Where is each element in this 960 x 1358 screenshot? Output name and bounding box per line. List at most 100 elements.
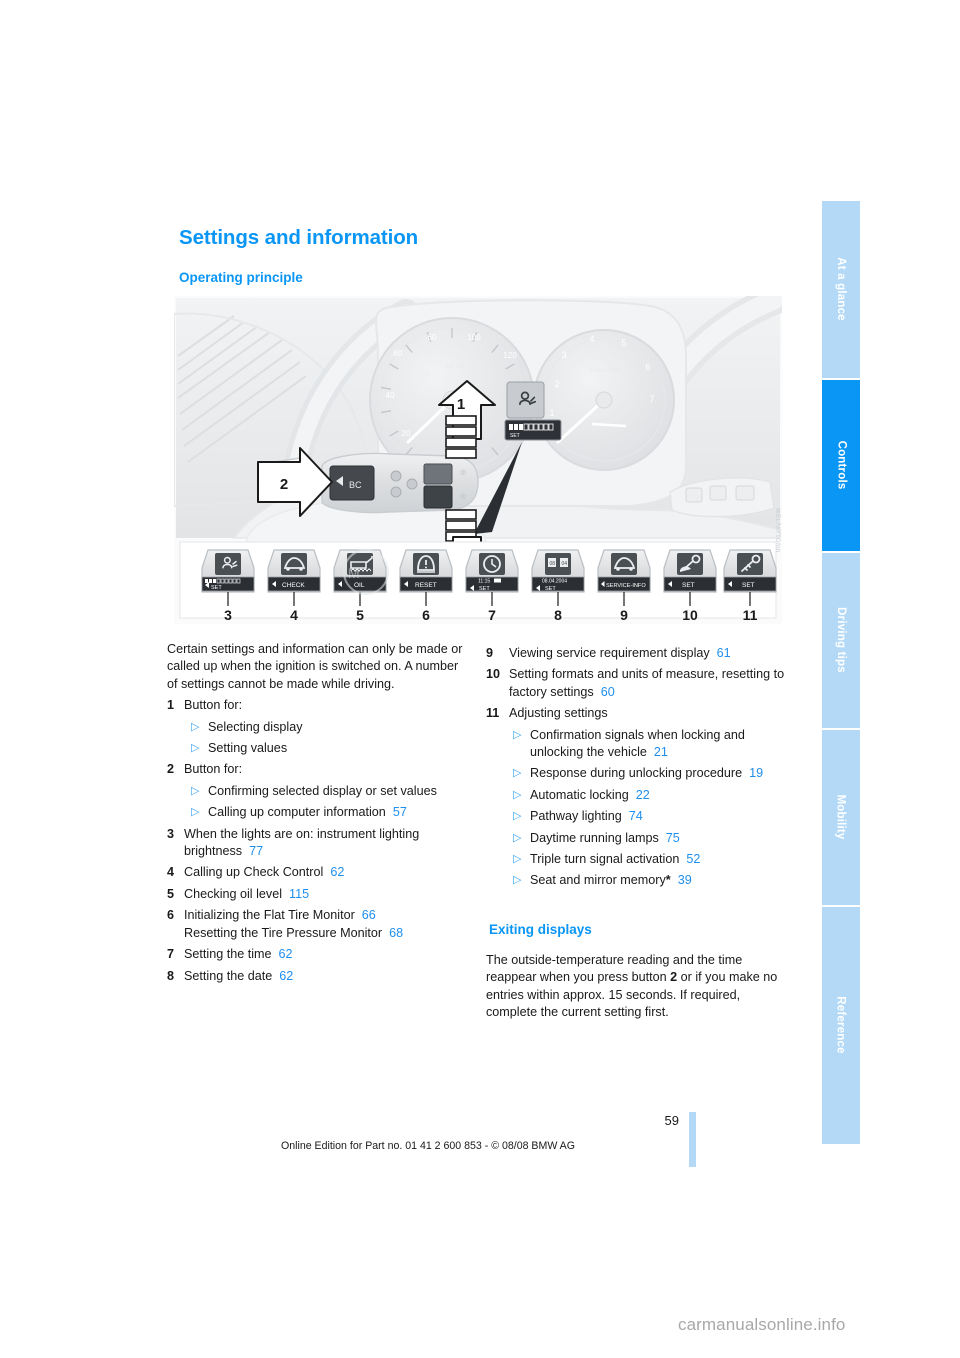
svg-text:6: 6	[422, 607, 430, 623]
sub-item-text: Daytime running lamps 75	[530, 830, 786, 847]
svg-text:SET: SET	[211, 585, 222, 591]
sub-item: ▷ Confirmation signals when locking and …	[513, 727, 786, 762]
svg-text:11: 11	[743, 607, 758, 623]
page-ref-number: 62	[330, 865, 345, 880]
svg-text:4: 4	[589, 334, 594, 344]
svg-text:220: 220	[422, 372, 431, 378]
intro-paragraph: Certain settings and information can onl…	[167, 642, 463, 691]
page-ref[interactable]: 57	[386, 805, 407, 819]
footer-accent-bar	[689, 1112, 696, 1167]
page-ref[interactable]: 115	[282, 887, 309, 901]
sub-item-label: Calling up computer information	[208, 805, 386, 820]
svg-text:7: 7	[649, 394, 654, 404]
svg-text:60: 60	[428, 333, 437, 342]
triangle-bullet-icon: ▷	[191, 806, 200, 819]
svg-text:SERVICE-INFO: SERVICE-INFO	[606, 583, 646, 589]
tab-mobility[interactable]: Mobility	[822, 729, 860, 905]
sub-item: ▷ Triple turn signal activation 52	[513, 851, 786, 868]
svg-text:08.04.2004: 08.04.2004	[542, 579, 567, 585]
page-ref-number: 57	[392, 805, 407, 820]
sub-item-text: Setting values	[208, 741, 288, 756]
svg-text:RESET: RESET	[415, 582, 437, 589]
sub-item-label: Confirmation signals when locking and un…	[530, 727, 745, 760]
page-ref[interactable]: 39	[671, 873, 692, 887]
triangle-bullet-icon: ▷	[513, 831, 522, 844]
sub-item-label: Seat and mirror memory	[530, 873, 666, 888]
exiting-displays-paragraph: The outside-temperature reading and the …	[486, 952, 786, 1022]
page-ref[interactable]: 62	[323, 865, 344, 879]
page-ref-number: 62	[278, 947, 293, 962]
section-tab-rail: At a glance Controls Driving tips Mobili…	[822, 201, 860, 1146]
page-ref[interactable]: 19	[742, 766, 763, 780]
list-item-2: 2 Button for:	[167, 761, 467, 778]
sub-item-label: Pathway lighting	[530, 809, 622, 824]
sub-item: ▷ Calling up computer information 57	[191, 804, 467, 821]
sub-item-text: Automatic locking 22	[530, 787, 786, 804]
page-ref[interactable]: 62	[272, 969, 293, 983]
triangle-bullet-icon: ▷	[513, 767, 522, 780]
footer-edition-notice: Online Edition for Part no. 01 41 2 600 …	[280, 1140, 575, 1152]
item-number: 10	[486, 667, 501, 682]
page-ref-number: 60	[600, 684, 615, 699]
page-ref[interactable]: 62	[272, 947, 293, 961]
page-ref[interactable]: 75	[659, 831, 680, 845]
list-item-10: 10 Setting formats and units of measure,…	[486, 666, 786, 701]
page-ref-number: 66	[361, 908, 376, 923]
item-number: 9	[486, 646, 494, 660]
page-ref[interactable]: 22	[629, 788, 650, 802]
item-text: Viewing service requirement display 61	[509, 645, 786, 662]
sub-item: ▷ Setting values	[191, 740, 467, 757]
item-label: Setting formats and units of measure, re…	[509, 667, 785, 699]
list-item-5: 5 Checking oil level 115	[167, 886, 467, 903]
svg-text:SET: SET	[682, 582, 695, 589]
page-ref[interactable]: 52	[679, 852, 700, 866]
page-ref-number: 22	[635, 787, 650, 802]
tab-label: Controls	[835, 440, 847, 490]
item-label: Checking oil level	[184, 886, 283, 901]
sub-item-text: Calling up computer information 57	[208, 804, 467, 821]
list-item-9: 9 Viewing service requirement display 61	[486, 645, 786, 662]
figure-reference-code: WEL7AY1Gfnh	[774, 508, 780, 553]
right-text-column: 9 Viewing service requirement display 61…	[486, 641, 786, 890]
svg-text:◎: ◎	[460, 469, 466, 476]
tab-label: Mobility	[835, 794, 848, 840]
tab-at-a-glance[interactable]: At a glance	[822, 201, 860, 378]
svg-text:1/min x 1000: 1/min x 1000	[590, 368, 619, 374]
svg-text:8: 8	[554, 607, 562, 623]
item-number: 1	[167, 698, 175, 713]
svg-text:40: 40	[386, 391, 395, 400]
section-heading-operating-principle: Operating principle	[179, 270, 303, 285]
page-ref[interactable]: 66	[355, 908, 376, 922]
page-ref-number: 68	[389, 925, 404, 940]
sub-item-text: Pathway lighting 74	[530, 808, 786, 825]
item-text: Adjusting settings	[509, 706, 608, 721]
item-label: When the lights are on: instrument light…	[184, 826, 420, 859]
tab-label: Driving tips	[835, 607, 847, 674]
page-ref[interactable]: 60	[594, 685, 615, 699]
page-ref[interactable]: 61	[710, 646, 731, 660]
triangle-bullet-icon: ▷	[513, 853, 522, 866]
item-label: Initializing the Flat Tire Monitor	[184, 908, 355, 923]
sub-item-text: Triple turn signal activation 52	[530, 851, 786, 868]
page-ref[interactable]: 77	[242, 844, 263, 858]
page-ref[interactable]: 21	[647, 745, 668, 759]
tab-reference[interactable]: Reference	[822, 906, 860, 1144]
instrument-cluster-illustration: 8060 100120 14020 40160 220180 200 240 2…	[174, 296, 782, 624]
tab-controls[interactable]: Controls	[822, 379, 860, 551]
section-heading-exiting-displays: Exiting displays	[489, 922, 592, 937]
svg-text:4: 4	[290, 607, 298, 623]
page-ref-number: 52	[686, 852, 701, 867]
svg-text:7: 7	[488, 607, 496, 623]
page-ref[interactable]: 68	[382, 926, 403, 940]
list-item-6: 6 Initializing the Flat Tire Monitor 66 R…	[167, 907, 467, 942]
page-ref[interactable]: 74	[622, 809, 643, 823]
svg-text:SET: SET	[742, 582, 755, 589]
svg-text:2: 2	[554, 379, 559, 389]
tab-driving-tips[interactable]: Driving tips	[822, 552, 860, 728]
page-ref-number: 115	[289, 886, 310, 901]
svg-text:10: 10	[682, 607, 698, 623]
list-item-4: 4 Calling up Check Control 62	[167, 864, 467, 881]
item-label: Viewing service requirement display	[509, 646, 710, 660]
svg-text:08: 08	[550, 561, 556, 567]
sub-item-text: Confirmation signals when locking and un…	[530, 727, 786, 762]
